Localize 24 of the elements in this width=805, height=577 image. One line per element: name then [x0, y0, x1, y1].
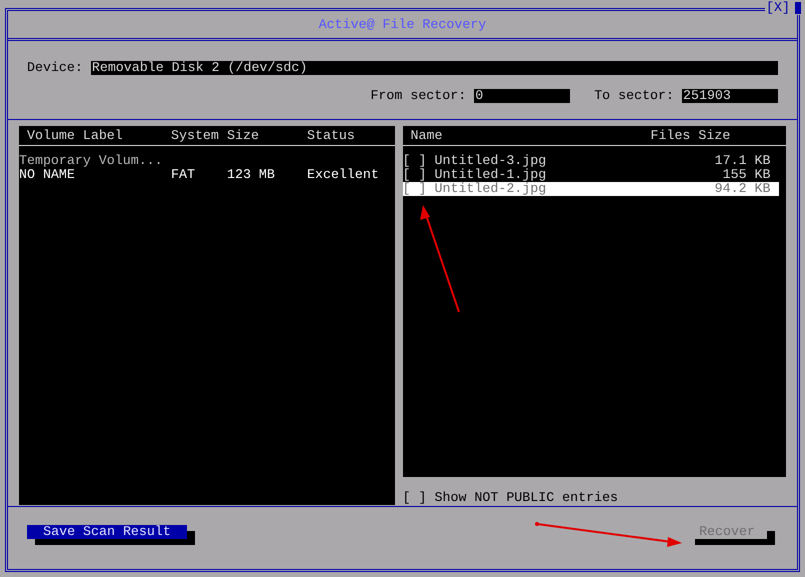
dialog-button[interactable]: Save Scan Result [27, 525, 187, 539]
table-cell: NO NAME [19, 168, 75, 182]
device-field[interactable]: Removable Disk 2 (/dev/sdc) [90, 61, 778, 75]
column-header: System [171, 128, 219, 142]
from-sector-field[interactable]: 0 [474, 89, 570, 103]
column-header: Name [410, 128, 442, 142]
volume-row[interactable]: NO NAME FAT 123 MB Excellent [19, 168, 394, 182]
table-cell: 123 MB [227, 168, 275, 182]
device-label: Device: [27, 61, 83, 75]
show-not-public-checkbox[interactable]: [ ] Show NOT PUBLIC entries [402, 491, 618, 505]
column-header: Size [227, 128, 259, 142]
column-header: Volume Label [27, 128, 123, 142]
to-sector-label: To sector: [594, 89, 674, 103]
file-row[interactable]: [ ] Untitled-3.jpg 17.1 KB [402, 154, 778, 168]
to-sector-field[interactable]: 251903 [682, 89, 778, 103]
table-cell: Excellent [307, 168, 379, 182]
file-row[interactable]: [ ] Untitled-2.jpg 94.2 KB [402, 182, 778, 196]
table-cell: FAT [171, 168, 195, 182]
volume-group-label: Temporary Volum... [19, 154, 163, 168]
column-header: Status [307, 128, 355, 142]
window-title: Active@ File Recovery [318, 18, 486, 32]
column-header: Files Size [650, 128, 730, 142]
file-row[interactable]: [ ] Untitled-1.jpg 155 KB [402, 168, 778, 182]
from-sector-label: From sector: [370, 89, 466, 103]
